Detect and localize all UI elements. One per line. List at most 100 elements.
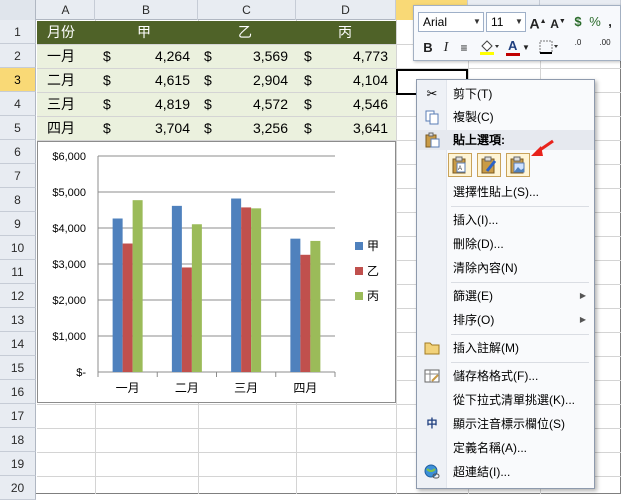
row-header-9[interactable]: 9 [0,212,36,236]
column-header-d[interactable]: D [296,0,396,20]
header-cell-c[interactable]: 乙 [198,21,296,44]
menu-item-delete[interactable]: 刪除(D)... [417,233,594,255]
row-header-7[interactable]: 7 [0,164,36,188]
row-header-14[interactable]: 14 [0,332,36,356]
menu-item-label: 選擇性貼上(S)... [453,185,539,199]
header-cell-month[interactable]: 月份 [37,21,95,44]
column-header-c[interactable]: C [198,0,296,20]
row-header-8[interactable]: 8 [0,188,36,212]
row-header-15[interactable]: 15 [0,356,36,380]
comma-style-button[interactable]: , [603,12,617,32]
table-cell-value[interactable]: $4,104 [296,69,396,92]
align-center-button[interactable]: ≡ [456,38,472,58]
menu-item-define-name[interactable]: 定義名稱(A)... [417,437,594,459]
menu-item-hyperlink[interactable]: 超連結(I)... [417,461,594,483]
table-cell-value[interactable]: $4,264 [95,45,198,68]
row-header-20[interactable]: 20 [0,476,36,500]
menu-item-show-phonetic[interactable]: 中 顯示注音標示欄位(S) [417,413,594,435]
grow-font-button[interactable]: A▲ [529,12,547,32]
paste-clipboard-icon: A [452,156,466,174]
align-center-icon: ≡ [460,41,468,55]
table-cell-month[interactable]: 四月 [37,117,95,140]
x-tick-label: 一月 [116,381,140,395]
increase-decimal-button[interactable]: .0 [566,38,590,58]
row-header-1[interactable]: 1 [0,20,36,44]
row-header-6[interactable]: 6 [0,140,36,164]
italic-button[interactable]: I [438,38,454,58]
row-header-18[interactable]: 18 [0,428,36,452]
row-header-4[interactable]: 4 [0,92,36,116]
menu-item-label: 刪除(D)... [453,237,504,251]
menu-separator [451,334,589,335]
cell-number: 4,264 [154,48,190,64]
menu-item-insert-comment[interactable]: 插入註解(M) [417,337,594,359]
chevron-down-icon[interactable]: ▼ [471,13,483,31]
accounting-format-button[interactable]: $ [569,12,587,32]
percent-style-button[interactable]: % [587,12,603,32]
mini-toolbar: Arial ▼ 11 ▼ A▲ A▼ $ % , B I ≡ A ▼ .0 .0… [413,5,621,61]
fill-color-button[interactable] [476,38,502,58]
menu-item-paste-special[interactable]: 選擇性貼上(S)... [417,181,594,203]
table-cell-value[interactable]: $4,546 [296,93,396,116]
table-cell-month[interactable]: 二月 [37,69,95,92]
table-cell-value[interactable]: $3,704 [95,117,198,140]
column-header-a[interactable]: A [37,0,95,20]
row-header-16[interactable]: 16 [0,380,36,404]
table-cell-value[interactable]: $2,904 [198,69,296,92]
table-cell-value[interactable]: $4,819 [95,93,198,116]
row-header-17[interactable]: 17 [0,404,36,428]
grow-font-icon: A [529,15,540,32]
header-cell-d[interactable]: 丙 [296,21,396,44]
cell-number: 4,773 [352,48,388,64]
menu-item-filter[interactable]: 篩選(E) ▶ [417,285,594,307]
menu-item-pick-from-list[interactable]: 從下拉式清單挑選(K)... [417,389,594,411]
row-header-2[interactable]: 2 [0,44,36,68]
row-header-10[interactable]: 10 [0,236,36,260]
paste-use-destination-theme-button[interactable] [477,153,501,177]
font-name-box[interactable]: Arial ▼ [418,12,484,32]
menu-item-format-cells[interactable]: 儲存格格式(F)... [417,365,594,387]
menu-item-clear-contents[interactable]: 清除內容(N) [417,257,594,279]
font-color-button[interactable]: A ▼ [506,38,532,58]
table-cell-value[interactable]: $4,773 [296,45,396,68]
column-chart[interactable]: $6,000 $5,000 $4,000 $3,000 $2,000 $1,000 $- 一月… [37,141,396,403]
table-cell-value[interactable]: $4,572 [198,93,296,116]
font-size-box[interactable]: 11 ▼ [486,12,526,32]
menu-item-copy[interactable]: 複製(C) [417,106,594,128]
table-cell-month[interactable]: 一月 [37,45,95,68]
paste-options-label: 貼上選項: [453,133,505,147]
row-header-19[interactable]: 19 [0,452,36,476]
row-header-12[interactable]: 12 [0,284,36,308]
currency-symbol: $ [304,48,312,64]
x-tick-label: 三月 [234,381,258,395]
table-cell-month[interactable]: 三月 [37,93,95,116]
table-cell-value[interactable]: $3,641 [296,117,396,140]
chevron-down-icon[interactable]: ▼ [513,13,525,31]
x-tick-label: 四月 [293,381,317,395]
decrease-decimal-button[interactable]: .00 [592,38,618,58]
row-header-5[interactable]: 5 [0,116,36,140]
table-cell-value[interactable]: $3,569 [198,45,296,68]
currency-symbol: $ [304,72,312,88]
row-header-11[interactable]: 11 [0,260,36,284]
table-cell-value[interactable]: $3,256 [198,117,296,140]
menu-item-cut[interactable]: ✂ 剪下(T) [417,83,594,105]
menu-item-sort[interactable]: 排序(O) ▶ [417,309,594,331]
menu-item-label: 排序(O) [453,313,495,327]
row-header-13[interactable]: 13 [0,308,36,332]
menu-item-insert[interactable]: 插入(I)... [417,209,594,231]
currency-symbol: $ [103,120,111,136]
table-cell-value[interactable]: $4,615 [95,69,198,92]
legend-swatch [355,267,363,275]
row-header-3[interactable]: 3 [0,68,36,92]
chevron-down-icon[interactable]: ▼ [522,38,530,58]
y-tick-label: $5,000 [52,187,86,199]
column-header-b[interactable]: B [95,0,198,20]
paste-keep-formatting-button[interactable]: A [448,153,472,177]
shrink-font-button[interactable]: A▼ [549,12,567,32]
cell-number: 2,904 [252,72,288,88]
borders-button[interactable] [536,38,562,58]
select-all-corner[interactable] [0,0,36,20]
bold-button[interactable]: B [420,38,436,58]
header-cell-b[interactable]: 甲 [95,21,198,44]
